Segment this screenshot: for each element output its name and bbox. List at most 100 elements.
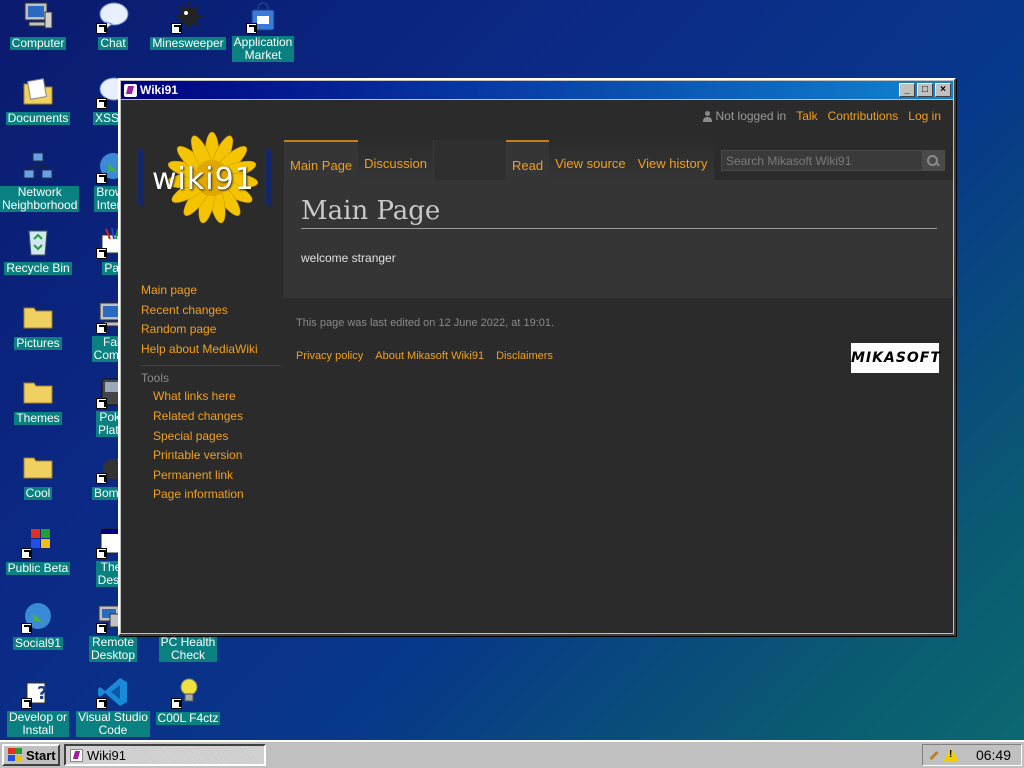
desktop-icon-pictures[interactable]: Pictures [0, 300, 76, 350]
nav-recent-changes[interactable]: Recent changes [141, 301, 281, 321]
desktop-icon-recycle-bin[interactable]: Recycle Bin [0, 225, 76, 275]
tab-spacer [433, 140, 508, 180]
nav-main-page[interactable]: Main page [141, 281, 281, 301]
shopping-bag-icon [246, 0, 280, 34]
tool-page-information[interactable]: Page information [141, 485, 281, 505]
desktop-icon-minesweeper[interactable]: Minesweeper [150, 0, 226, 50]
recycle-bin-icon [21, 225, 55, 259]
search-box [721, 150, 945, 171]
pen-icon[interactable] [929, 750, 939, 760]
taskbar: Start Wiki91 06:49 [0, 740, 1024, 768]
computer-icon [21, 0, 55, 34]
svg-text:?: ? [37, 683, 47, 704]
search-input[interactable] [722, 151, 922, 170]
desktop-icon-network-neighborhood[interactable]: Network Neighborhood [0, 150, 80, 212]
globe-icon [21, 600, 55, 634]
about-link[interactable]: About Mikasoft Wiki91 [375, 350, 484, 362]
shortcut-arrow-icon [96, 398, 107, 409]
documents-folder-icon [21, 75, 55, 109]
shortcut-arrow-icon [246, 23, 257, 34]
desktop-icon-cool[interactable]: Cool [0, 450, 76, 500]
desktop-icon-visual-studio-code[interactable]: Visual Studio Code [75, 675, 151, 737]
minimize-button[interactable]: _ [899, 83, 915, 97]
desktop-icon-social91[interactable]: Social91 [0, 600, 76, 650]
shortcut-arrow-icon [96, 473, 107, 484]
folder-icon [21, 300, 55, 334]
desktop-icon-cool-facts[interactable]: C00L F4ctz [150, 675, 226, 725]
desktop-icon-computer[interactable]: Computer [0, 0, 76, 50]
shortcut-arrow-icon [96, 173, 107, 184]
shortcut-arrow-icon [96, 623, 107, 634]
shortcut-arrow-icon [21, 548, 32, 559]
page-footer: This page was last edited on 12 June 202… [296, 317, 940, 373]
folder-icon [21, 375, 55, 409]
tab-main-page[interactable]: Main Page [284, 140, 359, 180]
nav-random-page[interactable]: Random page [141, 320, 281, 340]
tool-what-links-here[interactable]: What links here [141, 387, 281, 407]
window-titlebar[interactable]: Wiki91 _ □ × [121, 81, 953, 99]
not-logged-in: Not logged in [702, 109, 786, 123]
privacy-policy-link[interactable]: Privacy policy [296, 350, 363, 362]
desktop-icon-application-market[interactable]: Application Market [225, 0, 301, 62]
taskbar-item-label: Wiki91 [87, 747, 127, 763]
footer-links: Privacy policy About Mikasoft Wiki91 Dis… [296, 350, 939, 362]
shortcut-arrow-icon [21, 623, 32, 634]
windows-logo-icon [21, 525, 55, 559]
login-link[interactable]: Log in [908, 109, 941, 123]
shortcut-arrow-icon [96, 23, 107, 34]
logo-bracket-right [266, 150, 272, 206]
shortcut-arrow-icon [171, 23, 182, 34]
tool-permanent-link[interactable]: Permanent link [141, 466, 281, 486]
mikasoft-badge[interactable]: MIKASOFT [851, 343, 940, 373]
lightbulb-icon [171, 675, 205, 709]
contributions-link[interactable]: Contributions [828, 109, 899, 123]
shortcut-arrow-icon [21, 698, 32, 709]
desktop-icon-chat[interactable]: Chat [75, 0, 151, 50]
tab-discussion[interactable]: Discussion [358, 140, 434, 180]
wiki-app-icon [70, 748, 83, 762]
mine-icon [171, 0, 205, 34]
vscode-icon [96, 675, 130, 709]
tab-view-history[interactable]: View history [631, 140, 714, 180]
shortcut-arrow-icon [96, 548, 107, 559]
tab-read[interactable]: Read [506, 140, 550, 180]
page-title: Main Page [301, 196, 937, 229]
tool-special-pages[interactable]: Special pages [141, 427, 281, 447]
desktop-icon-documents[interactable]: Documents [0, 75, 76, 125]
disclaimers-link[interactable]: Disclaimers [496, 350, 553, 362]
windows-flag-icon [7, 748, 23, 762]
shortcut-arrow-icon [96, 98, 107, 109]
wiki-logo[interactable]: wiki91 [138, 128, 272, 228]
network-icon [21, 150, 55, 184]
desktop-icon-public-beta[interactable]: Public Beta [0, 525, 76, 575]
wiki-app-icon [124, 83, 137, 97]
talk-link[interactable]: Talk [796, 109, 817, 123]
speech-bubble-icon [96, 0, 130, 34]
window-title: Wiki91 [140, 83, 178, 97]
tool-printable-version[interactable]: Printable version [141, 446, 281, 466]
start-button[interactable]: Start [2, 744, 60, 766]
personal-bar: Not logged in Talk Contributions Log in [702, 109, 941, 123]
shortcut-arrow-icon [171, 698, 182, 709]
clock[interactable]: 06:49 [976, 747, 1011, 763]
article-content: Main Page welcome stranger [284, 180, 953, 298]
desktop-icon-develop-or-install[interactable]: ? Develop or Install [0, 675, 76, 737]
wiki-page: Not logged in Talk Contributions Log in [121, 100, 953, 633]
search-icon[interactable] [922, 151, 944, 170]
tool-related-changes[interactable]: Related changes [141, 407, 281, 427]
help-icon: ? [21, 675, 55, 709]
shortcut-arrow-icon [96, 698, 107, 709]
warning-icon[interactable] [943, 748, 959, 762]
logo-text: wiki91 [152, 162, 255, 197]
view-tabs: Read View source View history [506, 140, 714, 180]
shortcut-arrow-icon [96, 323, 107, 334]
namespace-tabs: Main Page Discussion [284, 140, 508, 180]
close-button[interactable]: × [935, 83, 951, 97]
logo-bracket-left [138, 150, 144, 206]
start-label: Start [26, 747, 56, 763]
taskbar-item-wiki91[interactable]: Wiki91 [64, 744, 266, 766]
maximize-button[interactable]: □ [917, 83, 933, 97]
desktop-icon-themes[interactable]: Themes [0, 375, 76, 425]
nav-help[interactable]: Help about MediaWiki [141, 340, 281, 360]
tab-view-source[interactable]: View source [549, 140, 632, 180]
